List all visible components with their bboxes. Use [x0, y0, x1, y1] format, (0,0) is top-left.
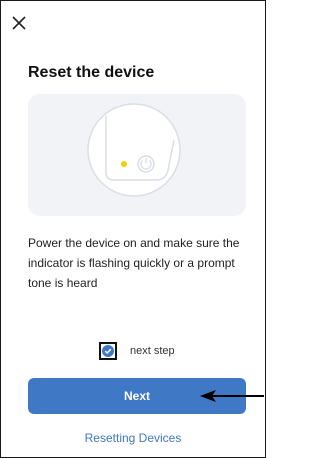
checkmark-icon: [102, 345, 114, 357]
confirm-checkbox[interactable]: [99, 342, 117, 360]
instruction-text: Power the device on and make sure the in…: [28, 236, 240, 290]
device-outline-icon: [87, 103, 181, 197]
indicator-dot-icon: [121, 161, 127, 167]
device-illustration: [28, 94, 246, 216]
resetting-devices-link[interactable]: Resetting Devices: [0, 431, 266, 445]
confirm-label: next step: [130, 345, 175, 357]
close-icon[interactable]: [12, 16, 26, 30]
arrow-icon: [200, 390, 264, 402]
page-title: Reset the device: [28, 64, 155, 81]
